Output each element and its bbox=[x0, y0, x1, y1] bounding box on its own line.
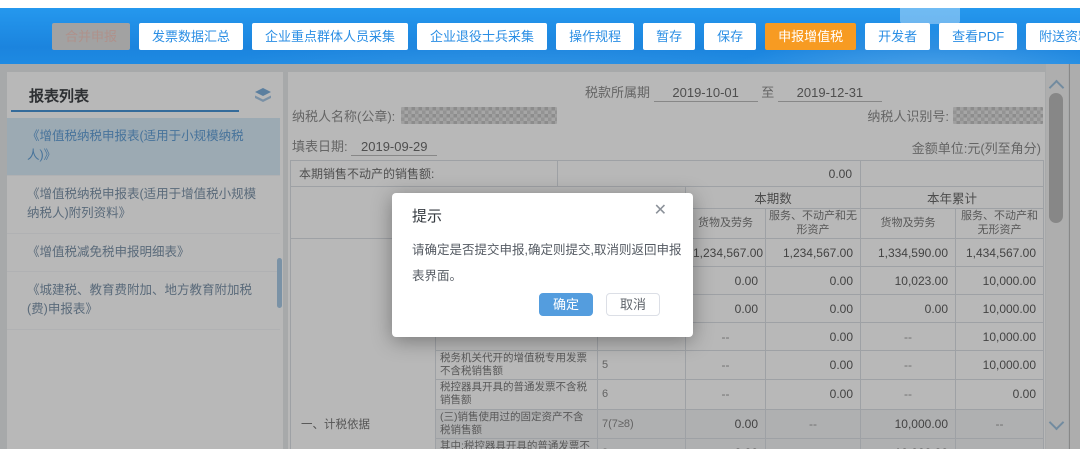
developer-button[interactable]: 开发者 bbox=[865, 23, 930, 50]
attachment-button[interactable]: 附送资料 bbox=[1026, 23, 1080, 50]
confirm-submit-dialog: 提示 ✕ 请确定是否提交申报,确定则提交,取消则返回申报表界面。 确定 取消 bbox=[392, 193, 693, 337]
close-icon[interactable]: ✕ bbox=[654, 203, 667, 219]
top-banner: 合并申报 发票数据汇总 企业重点群体人员采集 企业退役士兵采集 操作规程 暂存 … bbox=[0, 8, 1080, 64]
save-button[interactable]: 保存 bbox=[704, 23, 756, 50]
toolbar: 合并申报 发票数据汇总 企业重点群体人员采集 企业退役士兵采集 操作规程 暂存 … bbox=[52, 23, 1080, 50]
banner-wave-decoration bbox=[900, 8, 960, 24]
procedure-button[interactable]: 操作规程 bbox=[556, 23, 634, 50]
veteran-collect-button[interactable]: 企业退役士兵采集 bbox=[417, 23, 547, 50]
temp-save-button[interactable]: 暂存 bbox=[643, 23, 695, 50]
confirm-button[interactable]: 确定 bbox=[539, 293, 593, 316]
dialog-message: 请确定是否提交申报,确定则提交,取消则返回申报表界面。 bbox=[412, 237, 690, 289]
dialog-title: 提示 bbox=[412, 205, 442, 226]
invoice-summary-button[interactable]: 发票数据汇总 bbox=[139, 23, 243, 50]
dialog-footer: 确定 取消 bbox=[539, 293, 660, 316]
merge-declare-button: 合并申报 bbox=[52, 23, 130, 50]
key-group-collect-button[interactable]: 企业重点群体人员采集 bbox=[252, 23, 408, 50]
view-pdf-button[interactable]: 查看PDF bbox=[939, 23, 1017, 50]
declare-vat-button[interactable]: 申报增值税 bbox=[765, 23, 856, 50]
cancel-button[interactable]: 取消 bbox=[606, 293, 660, 316]
app-window: 合并申报 发票数据汇总 企业重点群体人员采集 企业退役士兵采集 操作规程 暂存 … bbox=[0, 0, 1080, 449]
